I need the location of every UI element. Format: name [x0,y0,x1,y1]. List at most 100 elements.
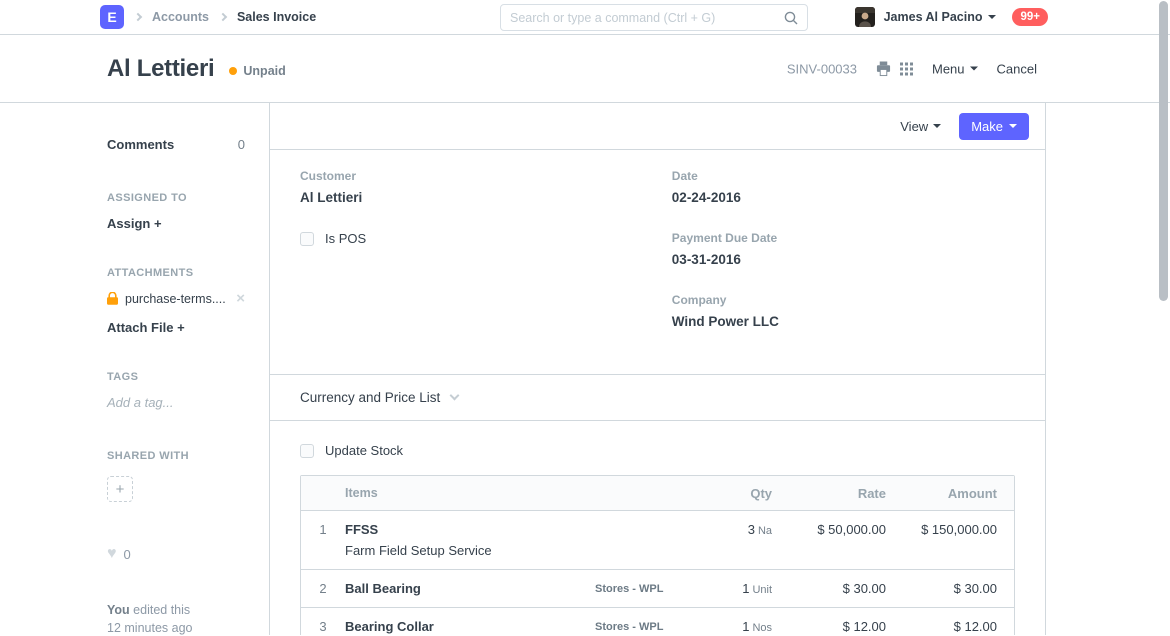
item-qty: 1Nos [705,619,772,634]
update-stock-label: Update Stock [325,443,403,458]
table-row[interactable]: 3 Bearing Collar Stores - WPL 1Nos $ 12.… [301,608,1014,635]
breadcrumb-sales-invoice[interactable]: Sales Invoice [237,10,316,24]
assign-button[interactable]: Assign + [107,216,245,231]
menu-button-label: Menu [932,61,965,76]
row-item: Ball Bearing [345,581,595,596]
activity-time: 12 minutes ago [107,620,245,636]
date-field[interactable]: Date 02-24-2016 [672,169,1015,205]
fields-column-left: Customer Al Lettieri Is POS [300,169,672,355]
activity-actor: You [107,603,130,617]
user-avatar[interactable] [855,7,875,27]
breadcrumb: E Accounts Sales Invoice [100,0,316,34]
date-label: Date [672,169,1015,183]
item-name: Bearing Collar [345,619,595,634]
row-index: 2 [301,581,345,596]
is-pos-checkbox[interactable] [300,232,314,246]
company-value[interactable]: Wind Power LLC [672,314,1015,329]
breadcrumb-accounts[interactable]: Accounts [152,10,209,24]
customer-field[interactable]: Customer Al Lettieri [300,169,672,205]
item-qty: 1Unit [705,581,772,596]
share-add-button[interactable]: + [107,476,133,502]
attach-file-button[interactable]: Attach File + [107,320,245,335]
make-button[interactable]: Make [959,113,1029,140]
grid-menu-icon[interactable] [900,62,913,75]
update-stock-checkbox[interactable] [300,444,314,458]
company-label: Company [672,293,1015,307]
qty-value: 1 [742,619,749,634]
search-input[interactable] [510,11,784,25]
item-qty: 3Na [705,522,772,537]
add-tag-input[interactable]: Add a tag... [107,395,245,410]
erp-sales-invoice-page: E Accounts Sales Invoice [0,0,1170,636]
likes: ♥ 0 [107,546,245,562]
update-stock-checkbox-row[interactable]: Update Stock [300,443,1015,458]
table-row[interactable]: 2 Ball Bearing Stores - WPL 1Unit $ 30.0… [301,570,1014,608]
row-item: Bearing Collar [345,619,595,634]
table-row[interactable]: 1 FFSS Farm Field Setup Service 3Na $ 50… [301,511,1014,570]
status-dot-icon [229,67,237,75]
app-logo[interactable]: E [100,5,124,29]
activity-entry: You edited this 12 minutes ago [107,602,245,635]
comments-count: 0 [238,137,245,152]
row-index: 3 [301,619,345,634]
view-button[interactable]: View [900,119,941,134]
payment-due-date-value[interactable]: 03-31-2016 [672,252,1015,267]
attachment-item: purchase-terms.... × [107,291,245,306]
items-table-header: Items Qty Rate Amount [301,476,1014,511]
item-name: Ball Bearing [345,581,595,596]
item-warehouse [595,522,705,524]
menu-button[interactable]: Menu [932,61,978,76]
row-item: FFSS Farm Field Setup Service [345,522,595,558]
sidebar-comments-link[interactable]: Comments 0 [107,137,245,152]
remove-attachment-icon[interactable]: × [236,291,245,306]
company-field[interactable]: Company Wind Power LLC [672,293,1015,329]
qty-value: 1 [742,581,749,596]
notifications-badge[interactable]: 99+ [1012,8,1048,26]
qty-uom: Unit [752,584,772,596]
comments-label: Comments [107,137,174,152]
attachments-label: ATTACHMENTS [107,267,245,279]
item-description: Farm Field Setup Service [345,543,595,558]
search-icon [784,11,798,25]
form-sidebar: Comments 0 ASSIGNED TO Assign + ATTACHME… [90,103,270,635]
assigned-to-label: ASSIGNED TO [107,192,245,204]
activity-action: edited this [133,603,190,617]
cancel-button[interactable]: Cancel [997,61,1037,76]
is-pos-checkbox-row[interactable]: Is POS [300,231,672,246]
qty-value: 3 [748,522,755,537]
item-amount: $ 12.00 [886,619,1014,634]
qty-uom: Nos [752,622,772,634]
invoice-details-section: Customer Al Lettieri Is POS Date 02-24-2… [270,150,1045,375]
header-qty: Qty [705,486,772,501]
form-toolbar: View Make [270,103,1045,150]
date-value[interactable]: 02-24-2016 [672,190,1015,205]
heart-icon[interactable]: ♥ [107,546,117,562]
navbar-user-area: James Al Pacino 99+ [855,0,1048,34]
attachment-link[interactable]: purchase-terms.... [125,292,226,306]
item-amount: $ 30.00 [886,581,1014,596]
header-rate: Rate [772,486,886,501]
user-menu[interactable]: James Al Pacino [884,10,983,24]
print-icon[interactable] [876,61,891,76]
chevron-down-icon [450,391,460,401]
content-area: Comments 0 ASSIGNED TO Assign + ATTACHME… [0,103,1170,635]
fields-column-right: Date 02-24-2016 Payment Due Date 03-31-2… [672,169,1015,355]
chevron-down-icon [1009,124,1017,128]
likes-count: 0 [124,547,131,562]
payment-due-date-field[interactable]: Payment Due Date 03-31-2016 [672,231,1015,267]
item-amount: $ 150,000.00 [886,522,1014,537]
status-label: Unpaid [243,64,285,78]
item-rate: $ 12.00 [772,619,886,634]
payment-due-date-label: Payment Due Date [672,231,1015,245]
item-warehouse: Stores - WPL [595,619,705,633]
items-table: Items Qty Rate Amount 1 FFSS Farm Field … [300,475,1015,635]
item-name: FFSS [345,522,595,537]
page-scrollbar[interactable] [1159,1,1168,301]
page-head: Al Lettieri Unpaid SINV-00033 [0,35,1170,103]
row-index: 1 [301,522,345,537]
currency-section-toggle[interactable]: Currency and Price List [270,375,1045,421]
status-badge: Unpaid [229,64,285,78]
customer-value[interactable]: Al Lettieri [300,190,672,205]
left-margin [0,103,90,635]
make-button-label: Make [971,119,1003,134]
